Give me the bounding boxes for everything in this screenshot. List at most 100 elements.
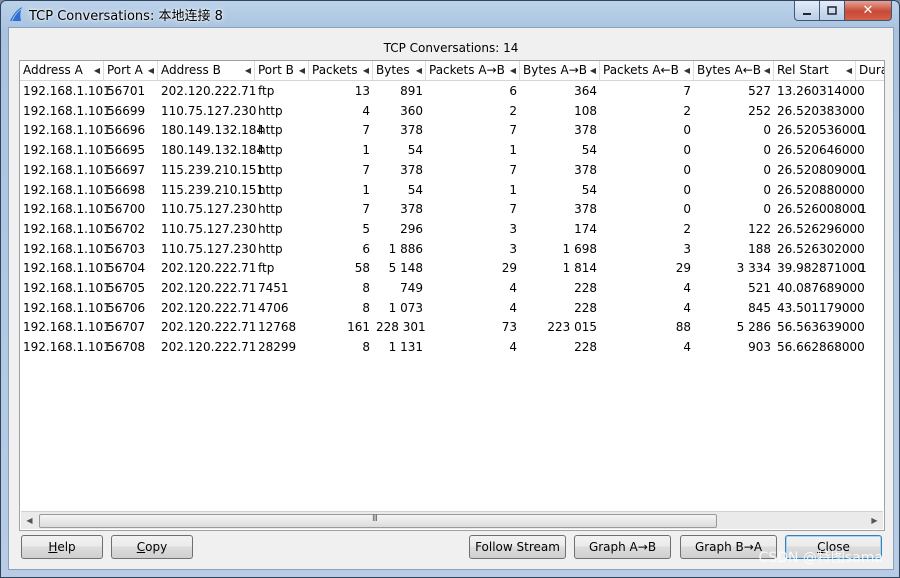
cell-port-b: http bbox=[258, 162, 283, 177]
cell-address-b: 110.75.127.230 bbox=[161, 202, 257, 217]
maximize-button[interactable] bbox=[819, 1, 845, 21]
table-row[interactable]: 192.168.1.101 56699 110.75.127.230 http 4 360… bbox=[20, 101, 884, 121]
cell-bytes-a-from-b: 0 bbox=[763, 143, 771, 158]
column-header-packets-a-to-b[interactable]: Packets A→B ◀ bbox=[426, 61, 520, 80]
cell-address-a: 192.168.1.101 bbox=[23, 123, 111, 138]
scroll-left-button[interactable]: ◀ bbox=[21, 512, 38, 529]
cell-packets-a-to-b: 4 bbox=[509, 340, 517, 355]
cell-duration bbox=[856, 239, 884, 258]
column-header-bytes-a-to-b[interactable]: Bytes A→B ◀ bbox=[520, 61, 600, 80]
cell-rel-start: 26.520383000 bbox=[777, 103, 865, 118]
title-bar[interactable]: TCP Conversations: 本地连接 8 ✕ bbox=[1, 1, 899, 27]
column-header-duration[interactable]: Dura bbox=[856, 61, 884, 80]
cell-port-b: http bbox=[258, 103, 283, 118]
cell-duration bbox=[856, 317, 884, 336]
table-row[interactable]: 192.168.1.101 56696 180.149.132.184 http 7 37… bbox=[20, 120, 884, 140]
copy-button-label: opy bbox=[145, 540, 168, 554]
table-row[interactable]: 192.168.1.101 56707 202.120.222.71 12768 161… bbox=[20, 317, 884, 337]
column-header-rel-start[interactable]: Rel Start ◀ bbox=[774, 61, 856, 80]
cell-address-a: 192.168.1.101 bbox=[23, 340, 111, 355]
cell-port-a: 56700 bbox=[107, 202, 146, 217]
cell-port-a: 56699 bbox=[107, 103, 146, 118]
column-header-bytes-a-from-b[interactable]: Bytes A←B ◀ bbox=[694, 61, 774, 80]
column-header-bytes[interactable]: Bytes ◀ bbox=[373, 61, 426, 80]
conversations-table[interactable]: Address A ◀ Port A ◀ Address B ◀ Port B ◀ Packet… bbox=[19, 60, 885, 531]
cell-duration bbox=[856, 140, 884, 159]
cell-packets-a-from-b: 0 bbox=[683, 202, 691, 217]
copy-button[interactable]: Copy bbox=[111, 535, 193, 559]
column-header-label: Packets bbox=[312, 63, 358, 77]
column-header-address-a[interactable]: Address A ◀ bbox=[20, 61, 104, 80]
minimize-button[interactable] bbox=[794, 1, 820, 21]
cell-packets-a-from-b: 2 bbox=[683, 221, 691, 236]
cell-bytes-a-from-b: 188 bbox=[748, 241, 771, 256]
scrollbar-grip-icon: III bbox=[372, 514, 378, 524]
column-header-packets-a-from-b[interactable]: Packets A←B ◀ bbox=[600, 61, 694, 80]
close-window-button[interactable]: ✕ bbox=[844, 1, 892, 21]
column-header-packets[interactable]: Packets ◀ bbox=[309, 61, 373, 80]
cell-bytes-a-from-b: 0 bbox=[763, 202, 771, 217]
cell-address-a: 192.168.1.101 bbox=[23, 84, 111, 98]
cell-packets-a-to-b: 7 bbox=[509, 123, 517, 138]
table-row[interactable]: 192.168.1.101 56703 110.75.127.230 http 6 1 8… bbox=[20, 239, 884, 259]
cell-address-a: 192.168.1.101 bbox=[23, 261, 111, 276]
cell-packets-a-to-b: 2 bbox=[509, 103, 517, 118]
sort-arrow-icon: ◀ bbox=[244, 66, 251, 75]
scroll-right-button[interactable]: ▶ bbox=[866, 512, 883, 529]
cell-bytes: 54 bbox=[407, 143, 423, 158]
table-row[interactable]: 192.168.1.101 56698 115.239.210.151 http 1 54… bbox=[20, 180, 884, 200]
table-row[interactable]: 192.168.1.101 56705 202.120.222.71 7451 8 749… bbox=[20, 278, 884, 298]
table-caption: TCP Conversations: 14 bbox=[383, 41, 519, 55]
cell-packets: 7 bbox=[362, 162, 370, 177]
cell-packets: 58 bbox=[354, 261, 370, 276]
table-row[interactable]: 192.168.1.101 56706 202.120.222.71 4706 8 1 0… bbox=[20, 298, 884, 318]
cell-packets-a-to-b: 7 bbox=[509, 162, 517, 177]
cell-packets: 8 bbox=[362, 281, 370, 295]
minimize-icon bbox=[803, 12, 811, 15]
column-header-port-a[interactable]: Port A ◀ bbox=[104, 61, 158, 80]
cell-bytes-a-from-b: 0 bbox=[763, 182, 771, 197]
cell-packets-a-to-b: 6 bbox=[509, 84, 517, 98]
cell-duration: 1 bbox=[859, 123, 867, 138]
cell-packets: 8 bbox=[362, 300, 370, 315]
table-row[interactable]: 192.168.1.101 56700 110.75.127.230 http 7 378… bbox=[20, 199, 884, 219]
graph-a-to-b-button[interactable]: Graph A→B bbox=[574, 535, 671, 559]
cell-packets-a-to-b: 29 bbox=[501, 261, 517, 276]
cell-duration: 1 bbox=[859, 261, 867, 276]
cell-packets-a-to-b: 3 bbox=[509, 221, 517, 236]
cell-bytes: 296 bbox=[400, 221, 423, 236]
cell-packets-a-to-b: 7 bbox=[509, 202, 517, 217]
table-row[interactable]: 192.168.1.101 56704 202.120.222.71 ftp 58 5 1… bbox=[20, 258, 884, 278]
cell-rel-start: 26.520880000 bbox=[777, 182, 865, 197]
table-row[interactable]: 192.168.1.101 56695 180.149.132.184 http 1 54… bbox=[20, 140, 884, 160]
help-button[interactable]: Help bbox=[21, 535, 103, 559]
cell-rel-start: 56.662868000 bbox=[777, 340, 865, 355]
cell-bytes-a-from-b: 845 bbox=[748, 300, 771, 315]
cell-address-b: 202.120.222.71 bbox=[161, 261, 257, 276]
cell-rel-start: 26.526296000 bbox=[777, 221, 865, 236]
cell-packets-a-to-b: 4 bbox=[509, 300, 517, 315]
cell-packets: 13 bbox=[354, 84, 370, 98]
cell-packets: 6 bbox=[362, 241, 370, 256]
cell-port-a: 56703 bbox=[107, 241, 146, 256]
column-header-port-b[interactable]: Port B ◀ bbox=[255, 61, 309, 80]
horizontal-scrollbar[interactable]: ◀ III ▶ bbox=[21, 511, 883, 529]
table-row[interactable]: 192.168.1.101 56708 202.120.222.71 28299 8 1 … bbox=[20, 337, 884, 357]
cell-packets-a-from-b: 4 bbox=[683, 281, 691, 295]
cell-bytes: 360 bbox=[400, 103, 423, 118]
follow-stream-button[interactable]: Follow Stream bbox=[469, 535, 566, 559]
scrollbar-thumb[interactable]: III bbox=[39, 514, 717, 528]
table-row[interactable]: 192.168.1.101 56697 115.239.210.151 http 7 37… bbox=[20, 160, 884, 180]
table-row[interactable]: 192.168.1.101 56701 202.120.222.71 ftp 13 891… bbox=[20, 81, 884, 101]
sort-arrow-icon: ◀ bbox=[845, 66, 852, 75]
cell-packets-a-from-b: 7 bbox=[683, 84, 691, 98]
column-header-address-b[interactable]: Address B ◀ bbox=[158, 61, 255, 80]
cell-port-a: 56705 bbox=[107, 281, 146, 295]
cell-address-b: 110.75.127.230 bbox=[161, 241, 257, 256]
sort-arrow-icon: ◀ bbox=[93, 66, 100, 75]
help-button-label: elp bbox=[57, 540, 76, 554]
wireshark-fin-icon bbox=[10, 7, 22, 22]
table-row[interactable]: 192.168.1.101 56702 110.75.127.230 http 5 296… bbox=[20, 219, 884, 239]
cell-port-a: 56702 bbox=[107, 221, 146, 236]
cell-packets: 1 bbox=[362, 143, 370, 158]
